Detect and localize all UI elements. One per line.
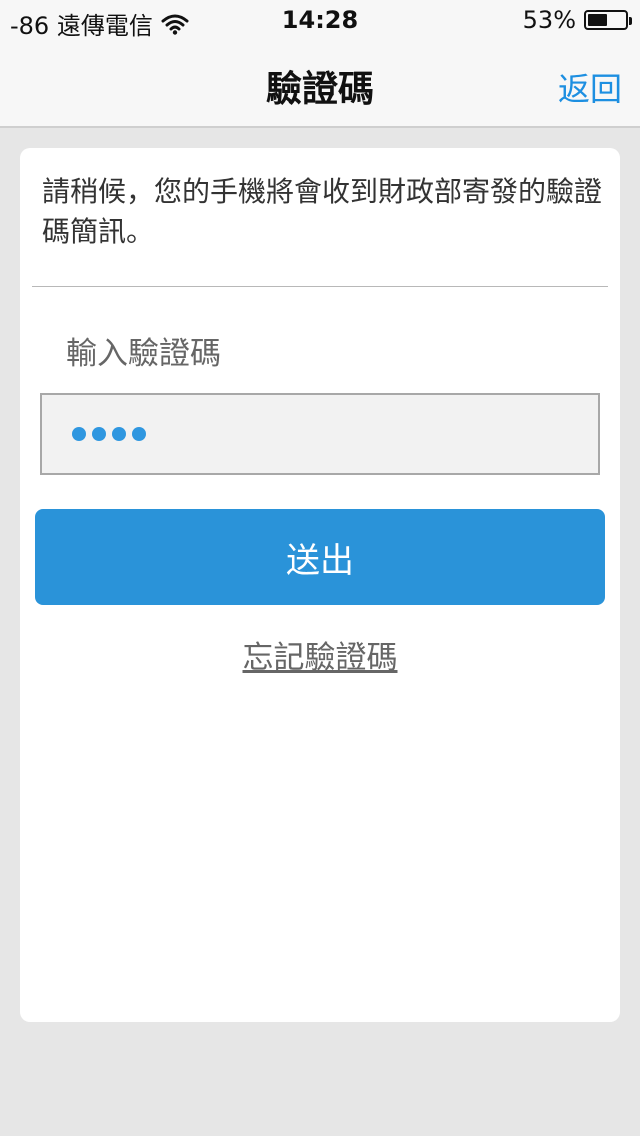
forgot-code-link[interactable]: 忘記驗證碼 [20,632,620,677]
masked-digit-dot [132,427,146,441]
battery-fill [588,14,608,26]
verification-code-label: 輸入驗證碼 [66,336,221,372]
navigation-bar: 驗證碼 返回 [0,40,640,126]
masked-digit-dot [92,427,106,441]
masked-digit-dot [112,427,126,441]
back-button[interactable]: 返回 [558,64,622,110]
masked-digit-dot [72,427,86,441]
instruction-message: 請稍候，您的手機將會收到財政部寄發的驗證碼簡訊。 [42,175,603,248]
divider [32,286,608,287]
status-right: 53% [522,6,632,34]
battery-percent: 53% [522,6,576,34]
verification-code-input[interactable]: •••• [40,393,600,475]
battery-icon [584,10,632,30]
top-bar: -86 遠傳電信 14:28 53% 驗證碼 返回 [0,0,640,128]
verification-card: 請稍候，您的手機將會收到財政部寄發的驗證碼簡訊。 輸入驗證碼 •••• 送出 忘… [20,148,620,1022]
submit-button[interactable]: 送出 [35,509,605,605]
status-bar: -86 遠傳電信 14:28 53% [0,0,640,40]
page-title: 驗證碼 [265,69,374,110]
